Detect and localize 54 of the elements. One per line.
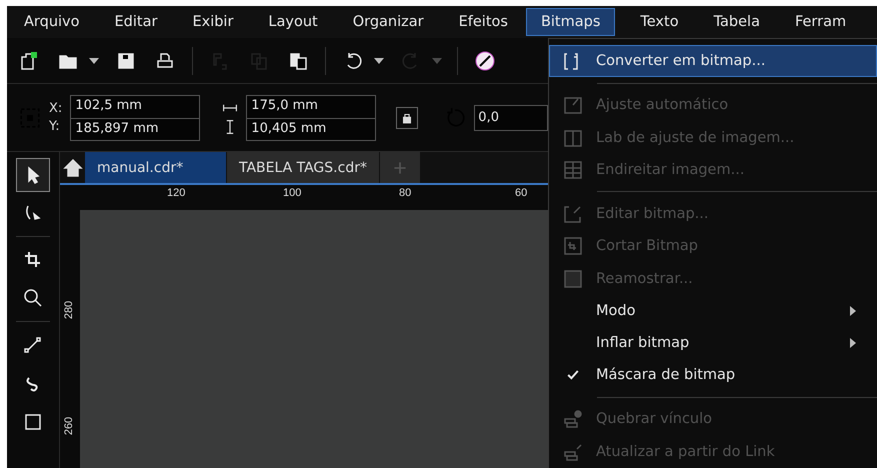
save-icon: [116, 50, 136, 70]
menu-title[interactable]: Tabela: [712, 8, 761, 36]
x-position-field[interactable]: 102,5 mm: [71, 96, 200, 118]
menu-title[interactable]: Arquivo: [23, 8, 81, 36]
document-tab[interactable]: manual.cdr*: [85, 152, 227, 183]
toolbar-button[interactable]: [473, 48, 497, 72]
menu-title[interactable]: Editar: [114, 8, 158, 36]
lock-ratio-button[interactable]: [396, 106, 418, 128]
print-icon: [155, 50, 175, 70]
tool-button[interactable]: [16, 158, 50, 192]
caret-icon[interactable]: [89, 58, 99, 64]
width-field[interactable]: 175,0 mm: [247, 96, 376, 118]
shape-tool-icon: [23, 203, 43, 223]
menu-item[interactable]: Máscara de bitmap: [549, 359, 877, 392]
menu-item[interactable]: Inflar bitmap: [549, 326, 877, 360]
y-label: Y:: [49, 119, 61, 134]
menu-item[interactable]: Converter em bitmap...: [549, 45, 877, 78]
y-position-field[interactable]: 185,897 mm: [71, 118, 200, 140]
rotation-field[interactable]: 0,0: [474, 104, 548, 130]
image-lab-icon: [563, 128, 583, 148]
caret-icon[interactable]: [374, 58, 384, 64]
plus-icon: [392, 160, 408, 176]
zoom-icon: [23, 288, 43, 308]
update-link-icon: [563, 442, 583, 462]
line-tool-icon: [23, 335, 43, 355]
crop-icon: [23, 250, 43, 270]
straighten-icon: [563, 160, 583, 180]
menu-title[interactable]: Efeitos: [458, 8, 509, 36]
new-document-icon: [19, 50, 39, 70]
menu-title[interactable]: Organizar: [352, 8, 425, 36]
ruler-label: 100: [283, 187, 302, 199]
paste-icon: [288, 50, 308, 70]
x-label: X:: [49, 101, 62, 116]
height-field[interactable]: 10,405 mm: [247, 118, 376, 140]
ruler-label: 60: [515, 187, 528, 199]
submenu-arrow-icon: [850, 338, 856, 348]
submenu-arrow-icon: [850, 306, 856, 316]
menu-title[interactable]: Texto: [639, 8, 680, 36]
menu-item[interactable]: Modo: [549, 294, 877, 327]
ruler-label: 280: [63, 300, 76, 320]
menu-title[interactable]: Exibir: [191, 8, 234, 36]
document-tab[interactable]: TABELA TAGS.cdr*: [227, 152, 380, 183]
ruler-label: 80: [399, 187, 412, 199]
auto-adjust-icon: [563, 95, 583, 116]
edit-bitmap-icon: [563, 204, 583, 224]
menu-title[interactable]: Ferram: [794, 8, 848, 36]
crop-bitmap-icon: [563, 236, 583, 256]
menu-title[interactable]: Layout: [267, 8, 319, 36]
menu-title[interactable]: Bitmaps: [526, 8, 616, 36]
break-link-icon: [563, 409, 583, 430]
resample-icon: [563, 268, 583, 288]
ruler-label: 120: [167, 187, 186, 199]
ruler-label: 260: [63, 416, 76, 436]
home-icon: [62, 158, 82, 178]
